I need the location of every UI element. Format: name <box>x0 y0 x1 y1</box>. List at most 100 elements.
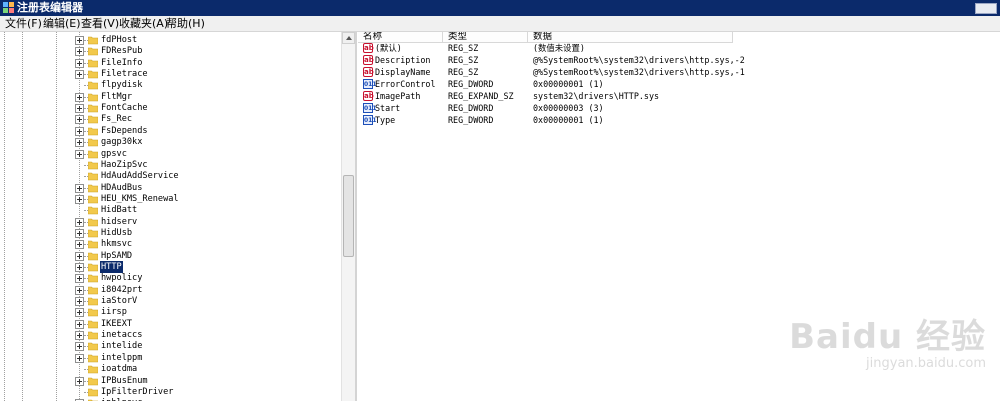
tree-item[interactable]: flpydisk <box>0 80 340 91</box>
tree-item-label[interactable]: inetaccs <box>100 329 143 341</box>
registry-key-tree[interactable]: fdPHost FDResPub FileInfo Filetrace flpydisk… <box>0 32 357 401</box>
tree-item-label[interactable]: HdAudAddService <box>100 170 180 182</box>
tree-item-label[interactable]: HidBatt <box>100 204 138 216</box>
expand-toggle-icon[interactable] <box>75 183 84 193</box>
tree-item[interactable]: HEU_KMS_Renewal <box>0 194 340 205</box>
menu-file[interactable]: 文件(F) <box>5 17 42 31</box>
tree-item[interactable]: IPBusEnum <box>0 376 340 387</box>
expand-toggle-icon[interactable] <box>75 342 84 352</box>
tree-item[interactable]: hwpolicy <box>0 273 340 284</box>
menu-help[interactable]: 帮助(H) <box>166 17 205 31</box>
tree-item-label[interactable]: flpydisk <box>100 79 143 91</box>
tree-item-label[interactable]: IPBusEnum <box>100 375 149 387</box>
tree-item[interactable]: FltMgr <box>0 92 340 103</box>
expand-toggle-icon[interactable] <box>75 138 84 148</box>
expand-toggle-icon[interactable] <box>75 297 84 307</box>
tree-item[interactable]: HdAudAddService <box>0 171 340 182</box>
tree-item-label[interactable]: Fs_Rec <box>100 113 133 125</box>
tree-item-label[interactable]: FontCache <box>100 102 149 114</box>
value-row[interactable]: 011 Start REG_DWORD 0x00000003 (3) <box>358 102 1000 114</box>
expand-toggle-icon[interactable] <box>75 376 84 386</box>
value-row[interactable]: ab Description REG_SZ @%SystemRoot%\system3… <box>358 54 1000 66</box>
tree-item-label[interactable]: hkmsvc <box>100 238 133 250</box>
tree-item-label[interactable]: Filetrace <box>100 68 149 80</box>
tree-item-label[interactable]: ioatdma <box>100 363 138 375</box>
tree-item[interactable]: HTTP <box>0 261 340 273</box>
tree-item-label[interactable]: FltMgr <box>100 91 133 103</box>
expand-toggle-icon[interactable] <box>75 36 84 45</box>
expand-toggle-icon[interactable] <box>75 149 84 159</box>
tree-item[interactable]: gagp30kx <box>0 137 340 148</box>
tree-item-label[interactable]: hidserv <box>100 216 138 228</box>
expand-toggle-icon[interactable] <box>75 251 84 261</box>
expand-toggle-icon[interactable] <box>75 217 84 227</box>
tree-item[interactable]: gpsvc <box>0 149 340 160</box>
tree-item[interactable]: hkmsvc <box>0 239 340 250</box>
expand-toggle-icon[interactable] <box>75 228 84 238</box>
tree-item[interactable]: Filetrace <box>0 69 340 80</box>
scroll-up-button[interactable] <box>342 32 355 44</box>
tree-item-label[interactable]: intelide <box>100 340 143 352</box>
tree-item[interactable]: HpSAMD <box>0 251 340 262</box>
expand-toggle-icon[interactable] <box>75 194 84 204</box>
tree-item[interactable]: inetaccs <box>0 330 340 341</box>
expand-toggle-icon[interactable] <box>75 47 84 57</box>
expand-toggle-icon[interactable] <box>75 285 84 295</box>
tree-scrollbar[interactable] <box>341 32 355 401</box>
expand-toggle-icon[interactable] <box>75 70 84 80</box>
tree-item[interactable]: ioatdma <box>0 364 340 375</box>
tree-item[interactable]: HidBatt <box>0 205 340 216</box>
tree-item-label[interactable]: gpsvc <box>100 148 128 160</box>
expand-toggle-icon[interactable] <box>75 308 84 318</box>
tree-item[interactable]: HDAudBus <box>0 183 340 194</box>
expand-toggle-icon[interactable] <box>75 240 84 250</box>
value-row[interactable]: ab ImagePath REG_EXPAND_SZ system32\drivers… <box>358 90 1000 102</box>
tree-item-label[interactable]: i8042prt <box>100 284 143 296</box>
tree-item-label[interactable]: HidUsb <box>100 227 133 239</box>
expand-toggle-icon[interactable] <box>75 353 84 363</box>
tree-item-label[interactable]: HEU_KMS_Renewal <box>100 193 180 205</box>
tree-item-label[interactable]: intelppm <box>100 352 143 364</box>
tree-item-label[interactable]: FDResPub <box>100 45 143 57</box>
tree-item[interactable]: FontCache <box>0 103 340 114</box>
tree-item-label[interactable]: HDAudBus <box>100 182 143 194</box>
value-row[interactable]: 011 ErrorControl REG_DWORD 0x00000001 (1) <box>358 78 1000 90</box>
value-row[interactable]: ab DisplayName REG_SZ @%SystemRoot%\system3… <box>358 66 1000 78</box>
expand-toggle-icon[interactable] <box>75 274 84 284</box>
tree-item[interactable]: fdPHost <box>0 35 340 46</box>
tree-item-label[interactable]: IKEEXT <box>100 318 133 330</box>
expand-toggle-icon[interactable] <box>75 331 84 341</box>
tree-item[interactable]: HaoZipSvc <box>0 160 340 171</box>
tree-item[interactable]: iaStorV <box>0 296 340 307</box>
expand-toggle-icon[interactable] <box>75 92 84 102</box>
tree-item[interactable]: FileInfo <box>0 58 340 69</box>
tree-item[interactable]: Fs_Rec <box>0 114 340 125</box>
tree-item-label[interactable]: iphlpsvc <box>100 397 143 401</box>
expand-toggle-icon[interactable] <box>75 115 84 125</box>
value-row[interactable]: ab (默认) REG_SZ (数值未设置) <box>358 42 1000 54</box>
tree-item[interactable]: FsDepends <box>0 126 340 137</box>
tree-item-label[interactable]: iaStorV <box>100 295 138 307</box>
tree-item-label[interactable]: fdPHost <box>100 34 138 46</box>
expand-toggle-icon[interactable] <box>75 263 84 272</box>
tree-item-label[interactable]: gagp30kx <box>100 136 143 148</box>
tree-item-label[interactable]: IpFilterDriver <box>100 386 174 398</box>
scroll-thumb[interactable] <box>343 175 354 257</box>
tree-item-label[interactable]: iirsp <box>100 306 128 318</box>
tree-item[interactable]: intelide <box>0 341 340 352</box>
tree-item[interactable]: i8042prt <box>0 285 340 296</box>
expand-toggle-icon[interactable] <box>75 126 84 136</box>
tree-item-label[interactable]: hwpolicy <box>100 272 143 284</box>
tree-item[interactable]: intelppm <box>0 353 340 364</box>
tree-item[interactable]: HidUsb <box>0 228 340 239</box>
menu-edit[interactable]: 编辑(E) <box>43 17 81 31</box>
tree-item[interactable]: FDResPub <box>0 46 340 57</box>
menu-favorites[interactable]: 收藏夹(A) <box>119 17 168 31</box>
expand-toggle-icon[interactable] <box>75 58 84 68</box>
value-row[interactable]: 011 Type REG_DWORD 0x00000001 (1) <box>358 114 1000 126</box>
expand-toggle-icon[interactable] <box>75 319 84 329</box>
tree-item-label[interactable]: FsDepends <box>100 125 149 137</box>
tree-item[interactable]: iirsp <box>0 307 340 318</box>
window-control-button[interactable] <box>975 3 997 14</box>
tree-item-label[interactable]: FileInfo <box>100 57 143 69</box>
